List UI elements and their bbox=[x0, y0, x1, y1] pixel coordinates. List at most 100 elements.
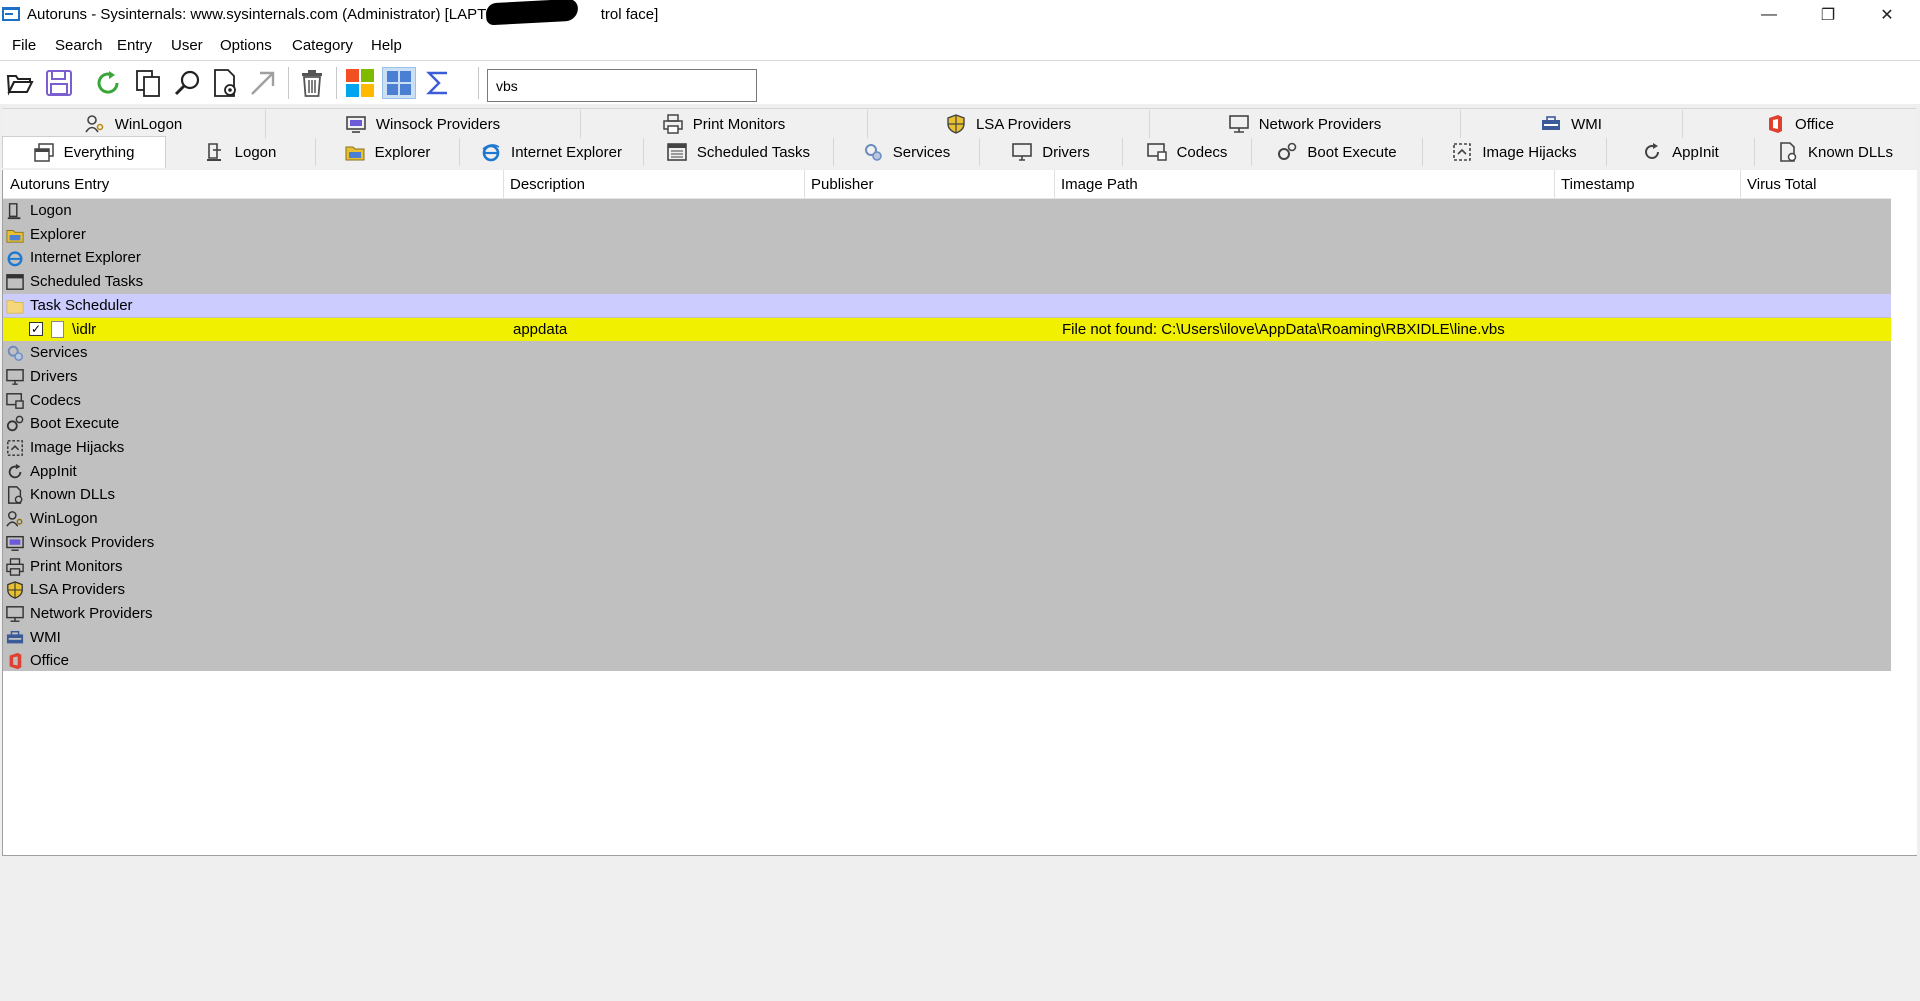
close-button[interactable]: ✕ bbox=[1858, 0, 1916, 30]
column-divider[interactable] bbox=[804, 170, 805, 198]
tab-explorer[interactable]: Explorer bbox=[316, 138, 460, 166]
column-header-description[interactable]: Description bbox=[510, 176, 585, 193]
table-row-entry-idlr[interactable]: ✓ \idlr appdata File not found: C:\Users… bbox=[3, 317, 1891, 342]
tab-winlogon[interactable]: WinLogon bbox=[2, 110, 266, 138]
toolbar bbox=[0, 61, 1920, 104]
list-item-explorer[interactable]: Explorer bbox=[3, 223, 1891, 247]
list-item-logon[interactable]: Logon bbox=[3, 199, 1891, 223]
tab-services[interactable]: Services bbox=[834, 138, 980, 166]
tab-appinit[interactable]: AppInit bbox=[1607, 138, 1755, 166]
list-item-internet-explorer[interactable]: Internet Explorer bbox=[3, 246, 1891, 270]
column-divider[interactable] bbox=[1740, 170, 1741, 198]
tab-winsock-providers[interactable]: Winsock Providers bbox=[266, 110, 581, 138]
everything-icon bbox=[33, 142, 54, 163]
list-item-lsa-providers[interactable]: LSA Providers bbox=[3, 578, 1891, 602]
menu-search[interactable]: Search bbox=[55, 37, 103, 54]
tab-office[interactable]: Office bbox=[1683, 110, 1916, 138]
autoruns-list[interactable]: Autoruns Entry Description Publisher Ima… bbox=[2, 170, 1917, 856]
filter-input[interactable] bbox=[487, 69, 757, 102]
list-item-appinit[interactable]: AppInit bbox=[3, 460, 1891, 484]
column-header-virus-total[interactable]: Virus Total bbox=[1747, 176, 1817, 193]
menu-file[interactable]: File bbox=[12, 37, 36, 54]
column-header-publisher[interactable]: Publisher bbox=[811, 176, 874, 193]
wmi-icon bbox=[1541, 114, 1561, 134]
tab-network-providers[interactable]: Network Providers bbox=[1150, 110, 1461, 138]
tab-codecs[interactable]: Codecs bbox=[1123, 138, 1252, 166]
windows-entries-button[interactable] bbox=[343, 67, 377, 99]
column-divider[interactable] bbox=[1554, 170, 1555, 198]
menu-category[interactable]: Category bbox=[292, 37, 353, 54]
boot-execute-icon bbox=[1277, 142, 1297, 162]
tab-label: Everything bbox=[63, 144, 135, 161]
tab-boot-execute[interactable]: Boot Execute bbox=[1252, 138, 1423, 166]
list-item-label: Print Monitors bbox=[30, 557, 123, 575]
image-hijacks-icon bbox=[6, 439, 24, 457]
winsock-icon bbox=[346, 114, 366, 134]
column-divider[interactable] bbox=[1054, 170, 1055, 198]
sigma-button[interactable] bbox=[421, 67, 455, 99]
tab-scheduled-tasks[interactable]: Scheduled Tasks bbox=[644, 138, 834, 166]
delete-button[interactable] bbox=[295, 67, 329, 99]
list-item-print-monitors[interactable]: Print Monitors bbox=[3, 555, 1891, 579]
logon-icon bbox=[6, 202, 24, 220]
menu-help[interactable]: Help bbox=[371, 37, 402, 54]
view-toggle-button[interactable] bbox=[382, 67, 416, 99]
list-item-boot-execute[interactable]: Boot Execute bbox=[3, 412, 1891, 436]
tab-wmi[interactable]: WMI bbox=[1461, 110, 1683, 138]
entry-name: \idlr bbox=[72, 320, 97, 338]
jump-button[interactable] bbox=[246, 67, 280, 99]
list-item-task-scheduler[interactable]: Task Scheduler bbox=[3, 293, 1891, 318]
drivers-icon bbox=[6, 368, 24, 386]
drivers-icon bbox=[1012, 142, 1033, 162]
list-item-label: Task Scheduler bbox=[30, 296, 133, 314]
list-item-office[interactable]: Office bbox=[3, 649, 1891, 673]
list-item-known-dlls[interactable]: Known DLLs bbox=[3, 483, 1891, 507]
save-button[interactable] bbox=[42, 67, 76, 99]
column-header-timestamp[interactable]: Timestamp bbox=[1561, 176, 1635, 193]
list-item-drivers[interactable]: Drivers bbox=[3, 365, 1891, 389]
copy-button[interactable] bbox=[131, 67, 165, 99]
list-item-services[interactable]: Services bbox=[3, 341, 1891, 365]
office-icon bbox=[1765, 114, 1785, 134]
list-item-scheduled-tasks[interactable]: Scheduled Tasks bbox=[3, 270, 1891, 294]
entry-enabled-checkbox[interactable]: ✓ bbox=[29, 321, 43, 336]
open-button[interactable] bbox=[3, 67, 37, 99]
list-item-image-hijacks[interactable]: Image Hijacks bbox=[3, 436, 1891, 460]
appinit-icon bbox=[6, 463, 24, 481]
column-divider[interactable] bbox=[503, 170, 504, 198]
tab-known-dlls[interactable]: Known DLLs bbox=[1755, 138, 1916, 166]
find-button[interactable] bbox=[170, 67, 204, 99]
folder-icon bbox=[6, 297, 24, 315]
list-item-winlogon[interactable]: WinLogon bbox=[3, 507, 1891, 531]
restore-button[interactable]: ❐ bbox=[1799, 0, 1857, 30]
refresh-button[interactable] bbox=[91, 67, 125, 99]
list-item-winsock-providers[interactable]: Winsock Providers bbox=[3, 531, 1891, 555]
properties-button[interactable] bbox=[208, 67, 242, 99]
list-item-codecs[interactable]: Codecs bbox=[3, 389, 1891, 413]
menu-user[interactable]: User bbox=[171, 37, 203, 54]
tab-row-bottom: Everything Logon Explorer Internet Explo… bbox=[2, 136, 1916, 168]
minimize-button[interactable]: — bbox=[1740, 0, 1798, 30]
menu-entry[interactable]: Entry bbox=[117, 37, 152, 54]
tab-everything[interactable]: Everything bbox=[2, 136, 166, 168]
find-icon bbox=[174, 70, 200, 96]
menu-options[interactable]: Options bbox=[220, 37, 272, 54]
tab-drivers[interactable]: Drivers bbox=[980, 138, 1123, 166]
tab-internet-explorer[interactable]: Internet Explorer bbox=[460, 138, 644, 166]
column-header-autoruns-entry[interactable]: Autoruns Entry bbox=[10, 176, 109, 193]
tab-lsa-providers[interactable]: LSA Providers bbox=[868, 110, 1150, 138]
tab-print-monitors[interactable]: Print Monitors bbox=[581, 110, 868, 138]
windows-logo-icon bbox=[346, 69, 374, 97]
list-item-wmi[interactable]: WMI bbox=[3, 626, 1891, 650]
tab-image-hijacks[interactable]: Image Hijacks bbox=[1423, 138, 1607, 166]
ie-icon bbox=[481, 142, 501, 162]
logon-icon bbox=[205, 142, 225, 162]
column-header-image-path[interactable]: Image Path bbox=[1061, 176, 1138, 193]
list-item-label: Explorer bbox=[30, 225, 86, 243]
list-item-network-providers[interactable]: Network Providers bbox=[3, 602, 1891, 626]
copy-icon bbox=[136, 70, 160, 97]
list-item-label: Known DLLs bbox=[30, 486, 116, 504]
tab-logon[interactable]: Logon bbox=[166, 138, 316, 166]
save-icon bbox=[46, 70, 72, 96]
boot-execute-icon bbox=[6, 415, 24, 433]
